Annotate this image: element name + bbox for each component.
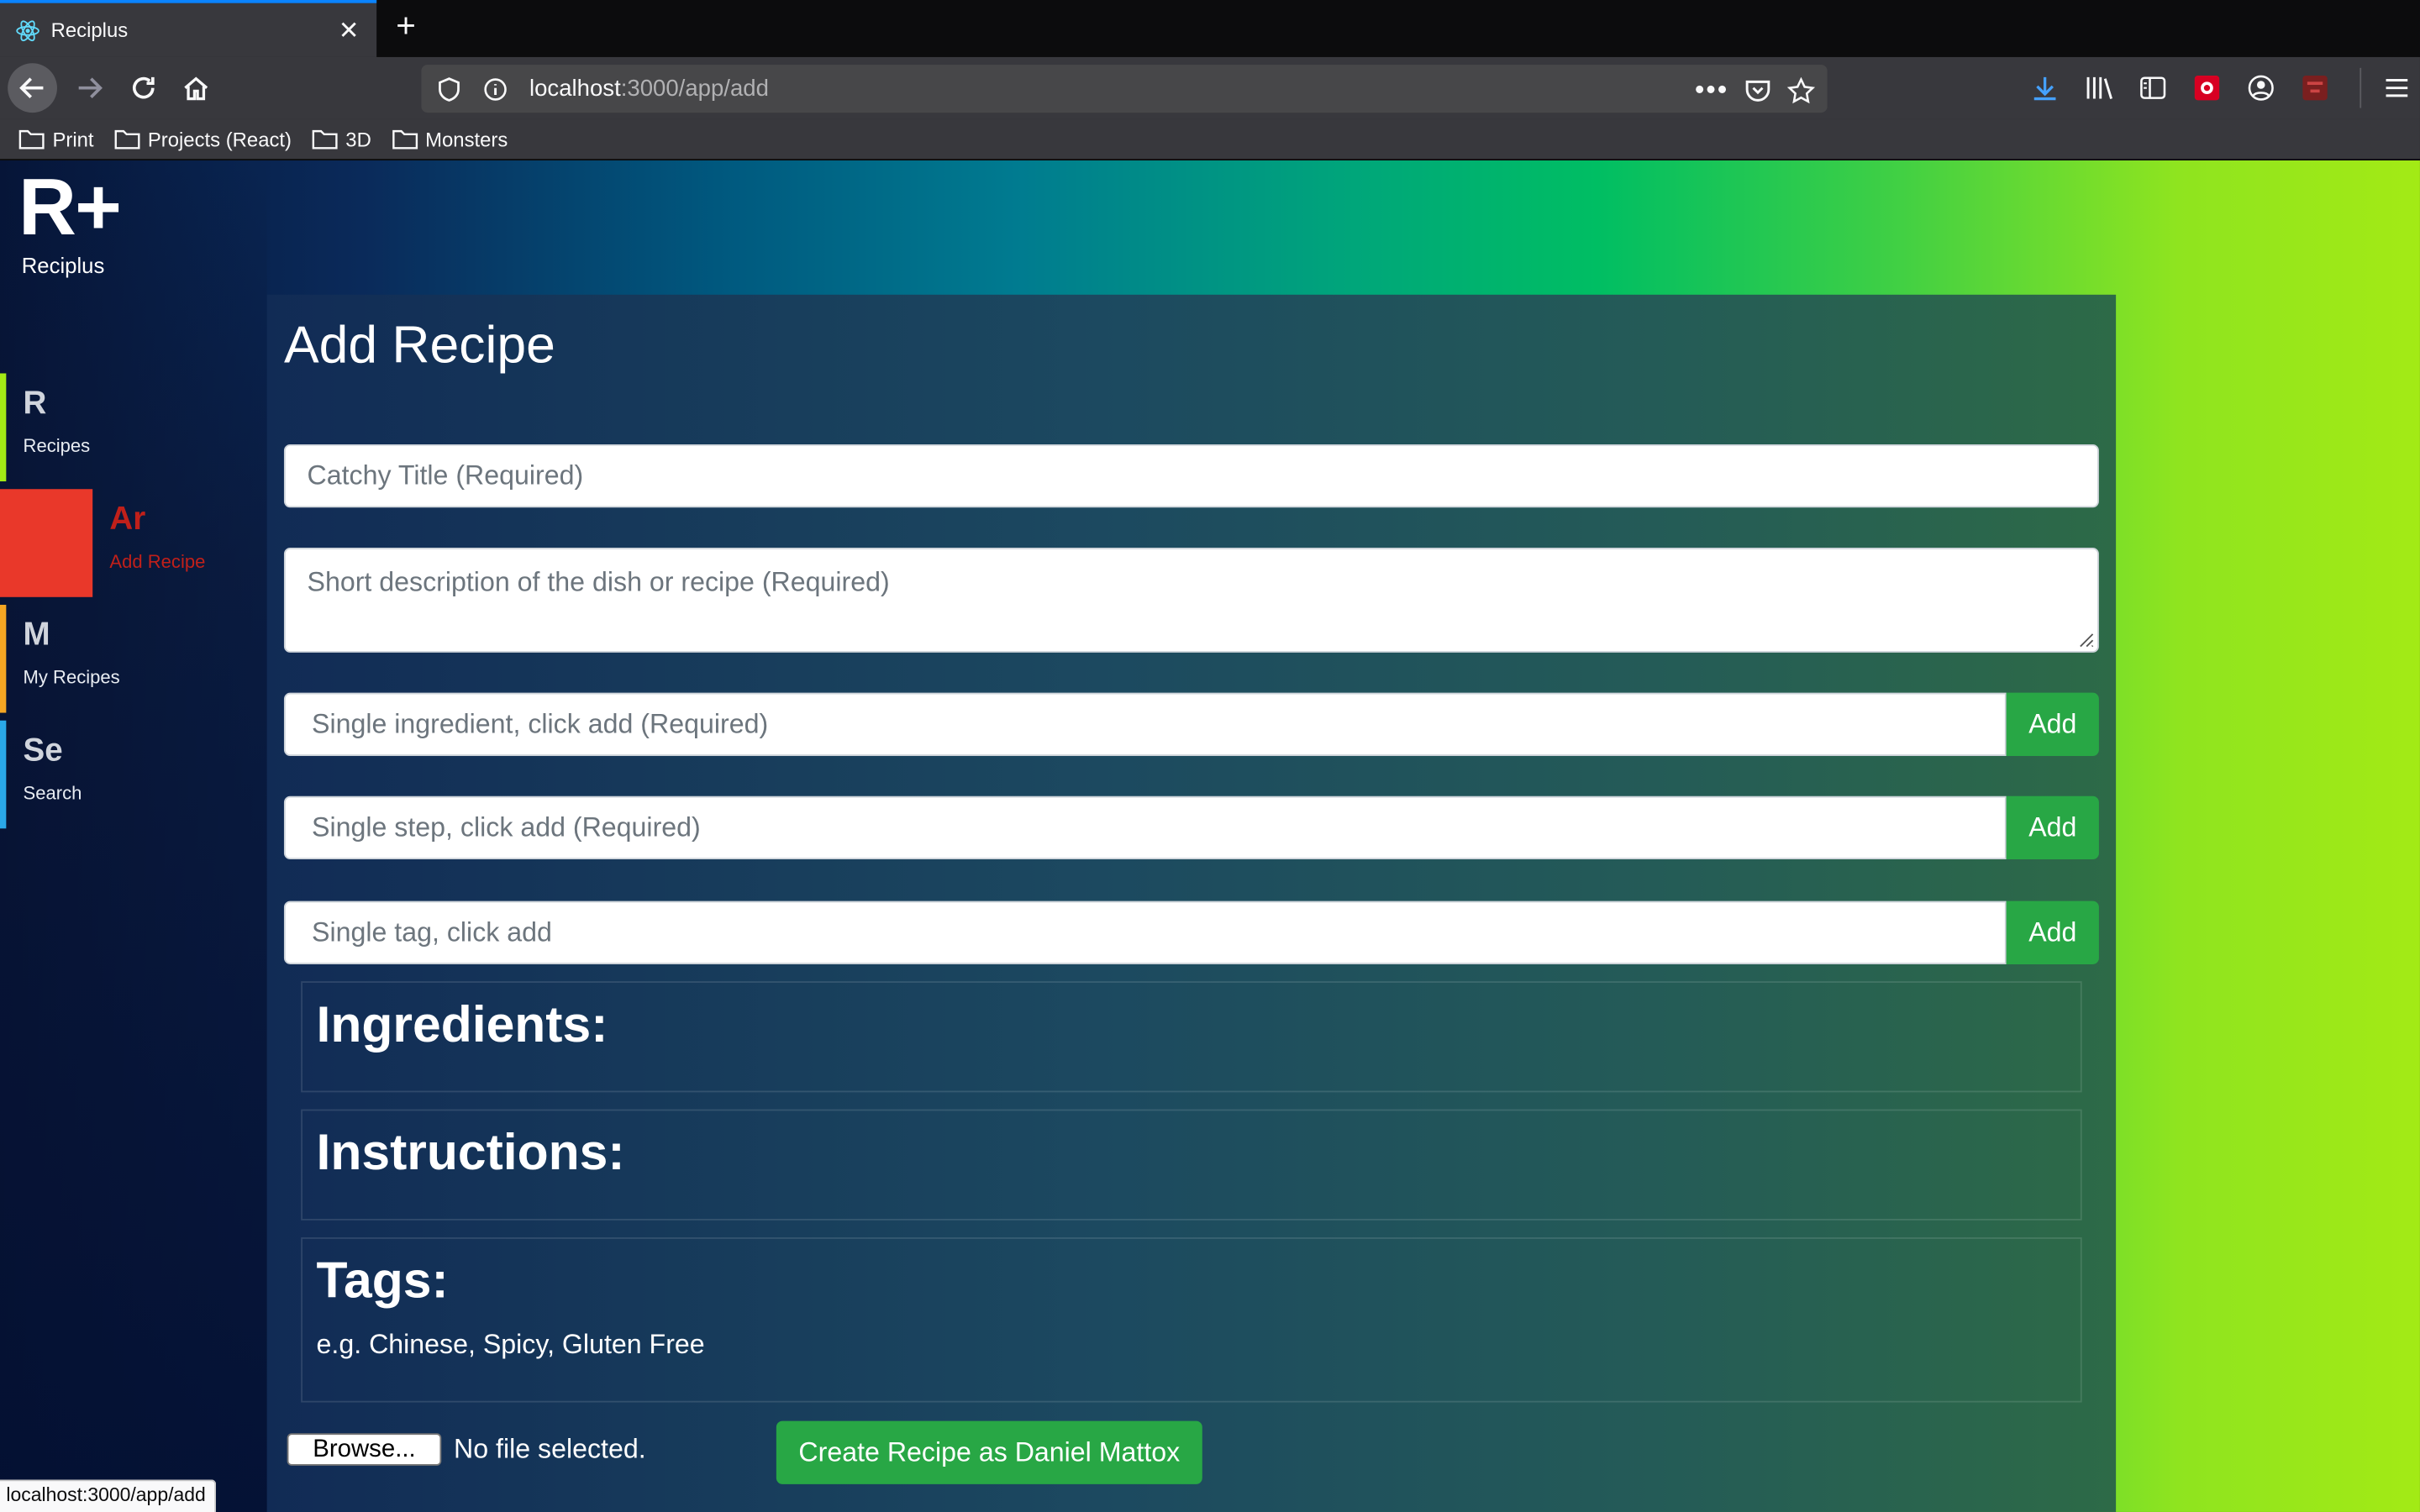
folder-icon	[18, 129, 45, 150]
add-step-button[interactable]: Add	[2006, 795, 2099, 860]
home-icon	[184, 76, 208, 101]
description-placeholder: Short description of the dish or recipe …	[307, 566, 890, 597]
bookmark-star-icon[interactable]	[1786, 76, 1815, 104]
forward-button[interactable]	[65, 63, 114, 113]
ingredient-input[interactable]: Single ingredient, click add (Required)	[283, 692, 2007, 756]
tag-placeholder: Single tag, click add	[312, 916, 552, 948]
nav-color-bar	[0, 604, 7, 713]
pocket-icon[interactable]	[1744, 76, 1771, 104]
tags-heading: Tags:	[316, 1251, 449, 1309]
add-tag-button[interactable]: Add	[2006, 900, 2099, 964]
nav-abbr: M	[23, 617, 50, 653]
title-input[interactable]: Catchy Title (Required)	[283, 444, 2099, 508]
nav-label: Recipes	[23, 434, 91, 457]
sidebar-item-recipes[interactable]: R Recipes	[0, 373, 267, 482]
logo-name: Reciplus	[21, 253, 105, 278]
ingredient-input-group: Single ingredient, click add (Required) …	[283, 692, 2099, 756]
close-tab-icon[interactable]: ✕	[336, 14, 360, 45]
back-arrow-icon	[19, 77, 44, 99]
tag-input-group: Single tag, click add Add	[283, 900, 2099, 964]
cors-extension-icon[interactable]	[2291, 65, 2338, 111]
tags-hint: e.g. Chinese, Spicy, Gluten Free	[316, 1328, 705, 1360]
browse-button[interactable]: Browse...	[287, 1433, 442, 1466]
nav-abbr: Se	[23, 732, 63, 769]
page-title: Add Recipe	[283, 316, 555, 375]
extension-red-icon[interactable]	[2184, 65, 2230, 111]
address-bar[interactable]: localhost:3000/app/add •••	[421, 65, 1828, 113]
app-logo[interactable]: R+ Reciplus	[18, 163, 122, 278]
sidebar	[0, 160, 267, 1512]
nav-label: My Recipes	[23, 666, 120, 689]
ingredient-placeholder: Single ingredient, click add (Required)	[312, 708, 769, 739]
sidebar-item-add-recipe[interactable]: Ar Add Recipe	[0, 489, 267, 597]
instructions-card: Instructions:	[301, 1109, 2082, 1221]
folder-icon	[114, 129, 140, 150]
nav-label: Add Recipe	[109, 550, 206, 573]
bookmark-label: Projects (React)	[147, 127, 292, 151]
step-placeholder: Single step, click add (Required)	[312, 811, 701, 843]
step-input-group: Single step, click add (Required) Add	[283, 795, 2099, 860]
page-actions-icon[interactable]: •••	[1695, 74, 1728, 107]
reload-icon	[132, 76, 155, 99]
bookmarks-toolbar: Print Projects (React) 3D Monsters	[0, 118, 2420, 161]
step-input[interactable]: Single step, click add (Required)	[283, 795, 2007, 860]
bookmark-folder[interactable]: Print	[18, 127, 94, 151]
account-icon[interactable]	[2238, 65, 2284, 111]
nav-color-bar	[0, 489, 93, 597]
sidebar-item-my-recipes[interactable]: M My Recipes	[0, 604, 267, 713]
downloads-icon[interactable]	[2022, 65, 2068, 111]
add-ingredient-button[interactable]: Add	[2006, 692, 2099, 756]
logo-mark: R+	[18, 163, 122, 254]
url-path: :3000/app/add	[620, 75, 769, 102]
app-page: R+ Reciplus R Recipes Ar Add Recipe M My…	[0, 160, 2420, 1512]
file-status: No file selected.	[453, 1433, 646, 1465]
nav-color-bar	[0, 720, 7, 829]
description-textarea[interactable]: Short description of the dish or recipe …	[283, 548, 2099, 653]
tab-title: Reciplus	[50, 18, 129, 42]
new-tab-icon[interactable]: +	[389, 8, 423, 43]
react-favicon-icon	[15, 18, 39, 42]
bookmark-label: Print	[52, 127, 94, 151]
status-bar-url: localhost:3000/app/add	[0, 1479, 217, 1512]
navigation-toolbar: localhost:3000/app/add •••	[0, 56, 2420, 119]
nav-abbr: R	[23, 386, 47, 422]
create-recipe-button[interactable]: Create Recipe as Daniel Mattox	[776, 1420, 1202, 1484]
home-button[interactable]	[171, 63, 221, 113]
info-icon[interactable]	[483, 76, 508, 101]
folder-icon	[392, 129, 418, 150]
ingredients-card: Ingredients:	[301, 981, 2082, 1093]
bookmark-label: 3D	[345, 127, 371, 151]
nav-abbr: Ar	[109, 501, 146, 538]
bookmark-folder[interactable]: Projects (React)	[113, 127, 292, 151]
sidebar-toggle-icon[interactable]	[2130, 65, 2176, 111]
back-button[interactable]	[8, 63, 57, 113]
toolbar-icons	[2014, 63, 2420, 113]
resize-grip-icon[interactable]	[2075, 629, 2094, 648]
tag-input[interactable]: Single tag, click add	[283, 900, 2007, 964]
bookmark-label: Monsters	[425, 127, 508, 151]
bookmark-folder[interactable]: 3D	[312, 127, 371, 151]
reload-button[interactable]	[118, 63, 168, 113]
toolbar-divider	[2360, 67, 2362, 108]
tags-card: Tags: e.g. Chinese, Spicy, Gluten Free	[301, 1237, 2082, 1403]
forward-arrow-icon	[78, 77, 103, 99]
instructions-heading: Instructions:	[316, 1123, 625, 1181]
url-host: localhost	[529, 75, 621, 102]
bookmark-folder[interactable]: Monsters	[392, 127, 508, 151]
add-recipe-panel: Add Recipe Catchy Title (Required) Short…	[266, 294, 2117, 1512]
sidebar-item-search[interactable]: Se Search	[0, 720, 267, 829]
browser-tab[interactable]: Reciplus ✕	[0, 0, 377, 57]
folder-icon	[312, 129, 338, 150]
shield-icon[interactable]	[437, 76, 461, 101]
title-placeholder: Catchy Title (Required)	[307, 459, 584, 491]
tab-strip: Reciplus ✕ +	[0, 0, 2420, 57]
ingredients-heading: Ingredients:	[316, 995, 608, 1053]
nav-color-bar	[0, 373, 7, 482]
hamburger-menu-icon[interactable]	[2374, 65, 2420, 111]
library-icon[interactable]	[2075, 65, 2122, 111]
nav-label: Search	[23, 782, 82, 804]
